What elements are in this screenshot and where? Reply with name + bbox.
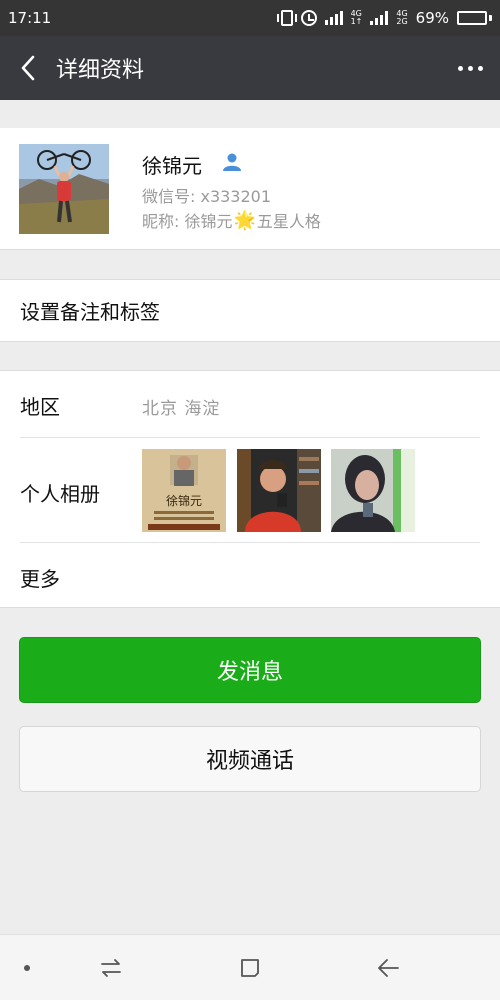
page-title: 详细资料: [56, 58, 145, 83]
nickname-suffix: 五星人格: [256, 212, 321, 231]
album-thumbnail: [331, 449, 415, 532]
personal-album-row[interactable]: 个人相册 徐锦元: [0, 438, 500, 542]
square-home-icon: [241, 959, 259, 977]
person-icon: [222, 152, 242, 172]
region-row: 地区 北京 海淀: [0, 371, 500, 437]
more-button[interactable]: [440, 36, 500, 100]
video-call-button[interactable]: 视频通话: [19, 726, 481, 792]
system-nav-bar: [0, 934, 500, 1000]
star-icon: 🌟: [233, 209, 256, 231]
alarm-icon: [300, 10, 317, 26]
battery-icon: [457, 11, 492, 25]
nav-home-button[interactable]: [237, 955, 263, 981]
region-value: 北京 海淀: [142, 399, 221, 419]
back-button[interactable]: [0, 36, 56, 100]
avatar[interactable]: [19, 144, 109, 234]
network-type-icon: 4G 1↑: [350, 9, 363, 26]
nav-back-button[interactable]: [376, 955, 402, 981]
status-time: 17:11: [8, 9, 52, 27]
more-row[interactable]: 更多: [0, 543, 500, 609]
nav-dot-button[interactable]: [14, 955, 40, 981]
chevron-left-icon: [21, 55, 35, 81]
title-bar: 详细资料: [0, 36, 500, 100]
profile-card: 徐锦元 微信号: x333201 昵称: 徐锦元 🌟 五星人格: [0, 128, 500, 250]
nav-switch-button[interactable]: [98, 955, 124, 981]
remark-label: 设置备注和标签: [20, 300, 160, 324]
signal-strength-icon: [324, 11, 343, 25]
nickname-text: 昵称: 徐锦元: [142, 212, 233, 231]
vibrate-icon: [276, 10, 297, 26]
network-type-icon-2: 4G 2G: [396, 9, 408, 26]
nickname: 昵称: 徐锦元 🌟 五星人格: [142, 208, 321, 232]
album-thumbnail: 徐锦元: [142, 449, 226, 532]
signal-strength-icon-2: [370, 11, 389, 25]
dot-icon: [24, 965, 30, 971]
album-thumb-caption: 徐锦元: [166, 493, 202, 508]
profile-name: 徐锦元: [142, 154, 202, 178]
status-icons: 4G 1↑ 4G 2G 69%: [276, 9, 492, 27]
back-arrow-icon: [378, 959, 399, 977]
status-bar: 17:11 4G 1↑ 4G 2G 69%: [0, 0, 500, 36]
more-dots-icon: [457, 65, 463, 71]
album-label: 个人相册: [20, 482, 100, 506]
info-group: 地区 北京 海淀 个人相册 徐锦元 更多: [0, 370, 500, 608]
battery-percent: 69%: [415, 9, 449, 27]
wechat-id: 微信号: x333201: [142, 187, 272, 206]
switch-arrows-icon: [101, 959, 121, 977]
region-label: 地区: [20, 395, 60, 419]
more-label: 更多: [20, 567, 60, 591]
set-remark-and-tags-row[interactable]: 设置备注和标签: [0, 279, 500, 342]
album-thumbnail: [237, 449, 321, 532]
send-message-button[interactable]: 发消息: [19, 637, 481, 703]
